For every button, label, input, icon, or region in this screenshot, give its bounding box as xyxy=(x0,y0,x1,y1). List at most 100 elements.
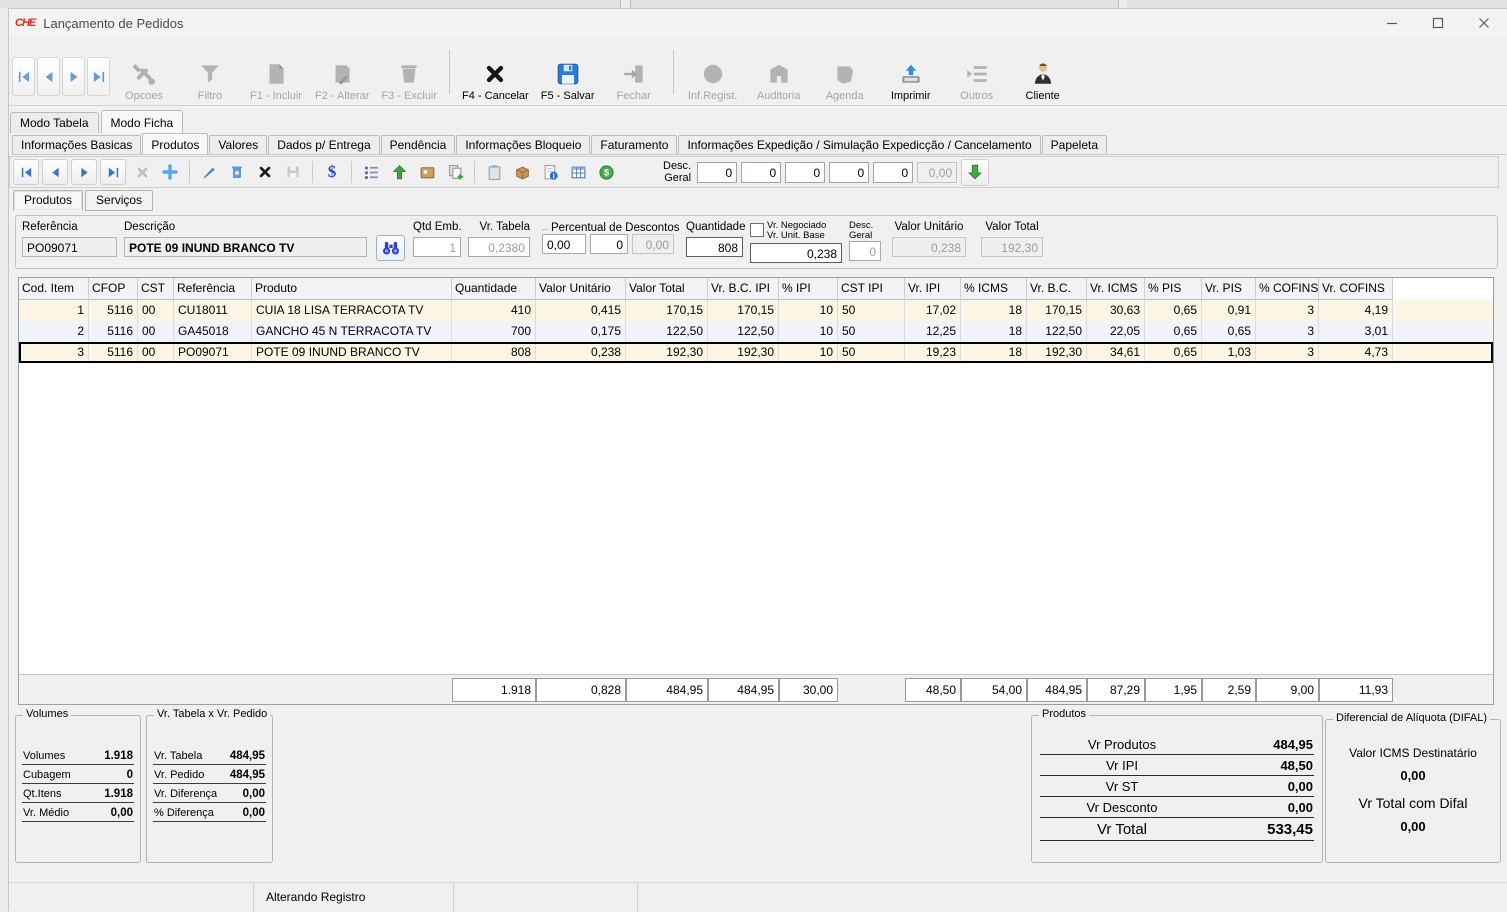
vr-medio-value: 0,00 xyxy=(111,807,133,819)
referencia-field[interactable]: PO09071 xyxy=(22,237,117,257)
totals-vr-pis: 2,59 xyxy=(1202,678,1256,702)
cliente-button[interactable]: Cliente xyxy=(1010,44,1076,102)
desc-geral-field-4[interactable]: 0 xyxy=(829,162,869,183)
cell-referencia: GA45018 xyxy=(174,321,252,342)
totals-vr-bc-ipi: 484,95 xyxy=(708,678,779,702)
package-box-icon[interactable] xyxy=(509,160,535,184)
tab-itens-servicos[interactable]: Serviços xyxy=(85,190,153,211)
table-row[interactable]: 1 5116 00 CU18011 CUIA 18 LISA TERRACOTA… xyxy=(19,300,1493,321)
toolbar-label: F2 - Alterar xyxy=(315,90,369,102)
item-first-button[interactable] xyxy=(13,159,39,185)
cubagem-label: Cubagem xyxy=(23,769,71,781)
minimize-button[interactable] xyxy=(1369,9,1415,37)
item-save-floppy-icon[interactable] xyxy=(280,160,306,184)
form-desc-geral-field[interactable]: 0 xyxy=(849,241,881,261)
item-cancel-x-icon[interactable] xyxy=(252,160,278,184)
price-dollar-icon[interactable]: $ xyxy=(319,160,345,184)
desc-geral-field-3[interactable]: 0 xyxy=(785,162,825,183)
tab-modo-ficha[interactable]: Modo Ficha xyxy=(101,110,184,133)
vr-produtos-label: Vr Produtos xyxy=(1041,737,1203,752)
document-info-icon[interactable] xyxy=(537,160,563,184)
copy-documents-icon[interactable] xyxy=(442,160,468,184)
search-binoculars-button[interactable] xyxy=(376,235,405,261)
desc-geral-group: Desc.Geral 0 0 0 0 0 0,00 xyxy=(663,159,989,186)
quantidade-field[interactable]: 808 xyxy=(686,237,743,257)
vr-negociado-field[interactable]: 0,238 xyxy=(750,243,842,263)
f4-cancelar-button[interactable]: F4 - Cancelar xyxy=(456,44,535,102)
volumes-panel-title: Volumes xyxy=(23,708,71,720)
item-delete-trash-icon[interactable] xyxy=(224,160,250,184)
item-add-icon[interactable] xyxy=(157,160,183,184)
maximize-button[interactable] xyxy=(1415,9,1461,37)
vr-tabela-field[interactable]: 0,2380 xyxy=(468,237,530,257)
desc-geral-field-1[interactable]: 0 xyxy=(697,162,737,183)
vr-tabela-sum-label: Vr. Tabela xyxy=(154,750,202,762)
column-header-pct-icms: % ICMS xyxy=(961,278,1027,300)
numbered-list-icon[interactable] xyxy=(358,160,384,184)
cell-pct-pis: 0,65 xyxy=(1145,300,1202,321)
record-prev-button[interactable] xyxy=(37,57,60,96)
cell-valor-unitario: 0,238 xyxy=(536,342,626,363)
vr-negociado-checkbox[interactable] xyxy=(750,223,764,237)
tab-modo-tabela[interactable]: Modo Tabela xyxy=(10,112,99,133)
descricao-field[interactable]: POTE 09 INUND BRANCO TV xyxy=(124,237,367,257)
auditoria-button[interactable]: Auditoria xyxy=(746,44,812,102)
desc-geral-field-5[interactable]: 0 xyxy=(873,162,913,183)
toolbar-separator xyxy=(474,161,475,183)
toolbar-label: Agenda xyxy=(826,90,864,102)
fechar-button[interactable]: Fechar xyxy=(601,44,667,102)
record-first-button[interactable] xyxy=(12,57,35,96)
tab-faturamento[interactable]: Faturamento xyxy=(591,135,677,154)
tab-papeleta[interactable]: Papeleta xyxy=(1042,135,1107,154)
percentual-field-3: 0,00 xyxy=(632,234,674,254)
table-row[interactable]: 2 5116 00 GA45018 GANCHO 45 N TERRACOTA … xyxy=(19,321,1493,342)
tab-dados-entrega[interactable]: Dados p/ Entrega xyxy=(268,135,379,154)
cell-referencia: PO09071 xyxy=(174,342,252,363)
tab-itens-produtos[interactable]: Produtos xyxy=(13,190,83,211)
item-last-button[interactable] xyxy=(100,159,126,185)
tab-informacoes-bloqueio[interactable]: Informações Bloqueio xyxy=(456,135,590,154)
percentual-field-1[interactable]: 0,00 xyxy=(542,234,586,254)
apply-discount-down-arrow-button[interactable] xyxy=(961,159,989,186)
f1-incluir-button[interactable]: F1 - Incluir xyxy=(243,44,309,102)
vr-st-value: 0,00 xyxy=(1203,779,1313,794)
money-coin-icon[interactable]: $ xyxy=(593,160,619,184)
record-last-button[interactable] xyxy=(87,57,110,96)
f2-alterar-button[interactable]: F2 - Alterar xyxy=(309,44,375,102)
desc-geral-field-2[interactable]: 0 xyxy=(741,162,781,183)
cell-produto: CUIA 18 LISA TERRACOTA TV xyxy=(252,300,452,321)
grid-toolbar: $ $ Desc.Geral 0 0 0 0 0 0,00 xyxy=(9,156,1499,188)
tab-informacoes-basicas[interactable]: Informações Basicas xyxy=(12,135,141,154)
filtro-button[interactable]: Filtro xyxy=(177,44,243,102)
opcoes-button[interactable]: Opcoes xyxy=(111,44,177,102)
f3-excluir-button[interactable]: F3 - Excluir xyxy=(375,44,443,102)
close-button[interactable] xyxy=(1461,9,1507,37)
photo-icon[interactable] xyxy=(414,160,440,184)
vr-medio-label: Vr. Médio xyxy=(23,807,69,819)
table-row[interactable]: 3 5116 00 PO09071 POTE 09 INUND BRANCO T… xyxy=(19,342,1493,363)
outros-button[interactable]: Outros xyxy=(944,44,1010,102)
toolbar-label: Auditoria xyxy=(757,90,800,102)
tab-pendencia[interactable]: Pendência xyxy=(381,135,456,154)
titlebar: CHE Lançamento de Pedidos xyxy=(9,9,1507,38)
agenda-button[interactable]: Agenda xyxy=(812,44,878,102)
tab-informacoes-expedicao[interactable]: Informações Expedição / Simulação Expedi… xyxy=(678,135,1040,154)
tab-valores[interactable]: Valores xyxy=(209,135,267,154)
qtd-emb-field[interactable]: 1 xyxy=(413,237,461,257)
f5-salvar-button[interactable]: F5 - Salvar xyxy=(535,44,601,102)
item-prev-button[interactable] xyxy=(42,159,68,185)
percentual-field-2[interactable]: 0 xyxy=(590,234,628,254)
export-up-arrow-icon[interactable] xyxy=(386,160,412,184)
item-edit-pencil-icon[interactable] xyxy=(196,160,222,184)
inf-regist-button[interactable]: Inf.Regist. xyxy=(680,44,746,102)
grid-body: 1 5116 00 CU18011 CUIA 18 LISA TERRACOTA… xyxy=(19,300,1493,363)
item-next-button[interactable] xyxy=(71,159,97,185)
clipboard-icon[interactable] xyxy=(481,160,507,184)
mode-tab-strip: Modo Tabela Modo Ficha xyxy=(10,111,185,133)
tab-produtos[interactable]: Produtos xyxy=(142,133,208,154)
imprimir-button[interactable]: Imprimir xyxy=(878,44,944,102)
cell-pct-pis: 0,65 xyxy=(1145,342,1202,363)
table-grid-icon[interactable] xyxy=(565,160,591,184)
item-tools-icon[interactable] xyxy=(129,160,155,184)
record-next-button[interactable] xyxy=(62,57,85,96)
